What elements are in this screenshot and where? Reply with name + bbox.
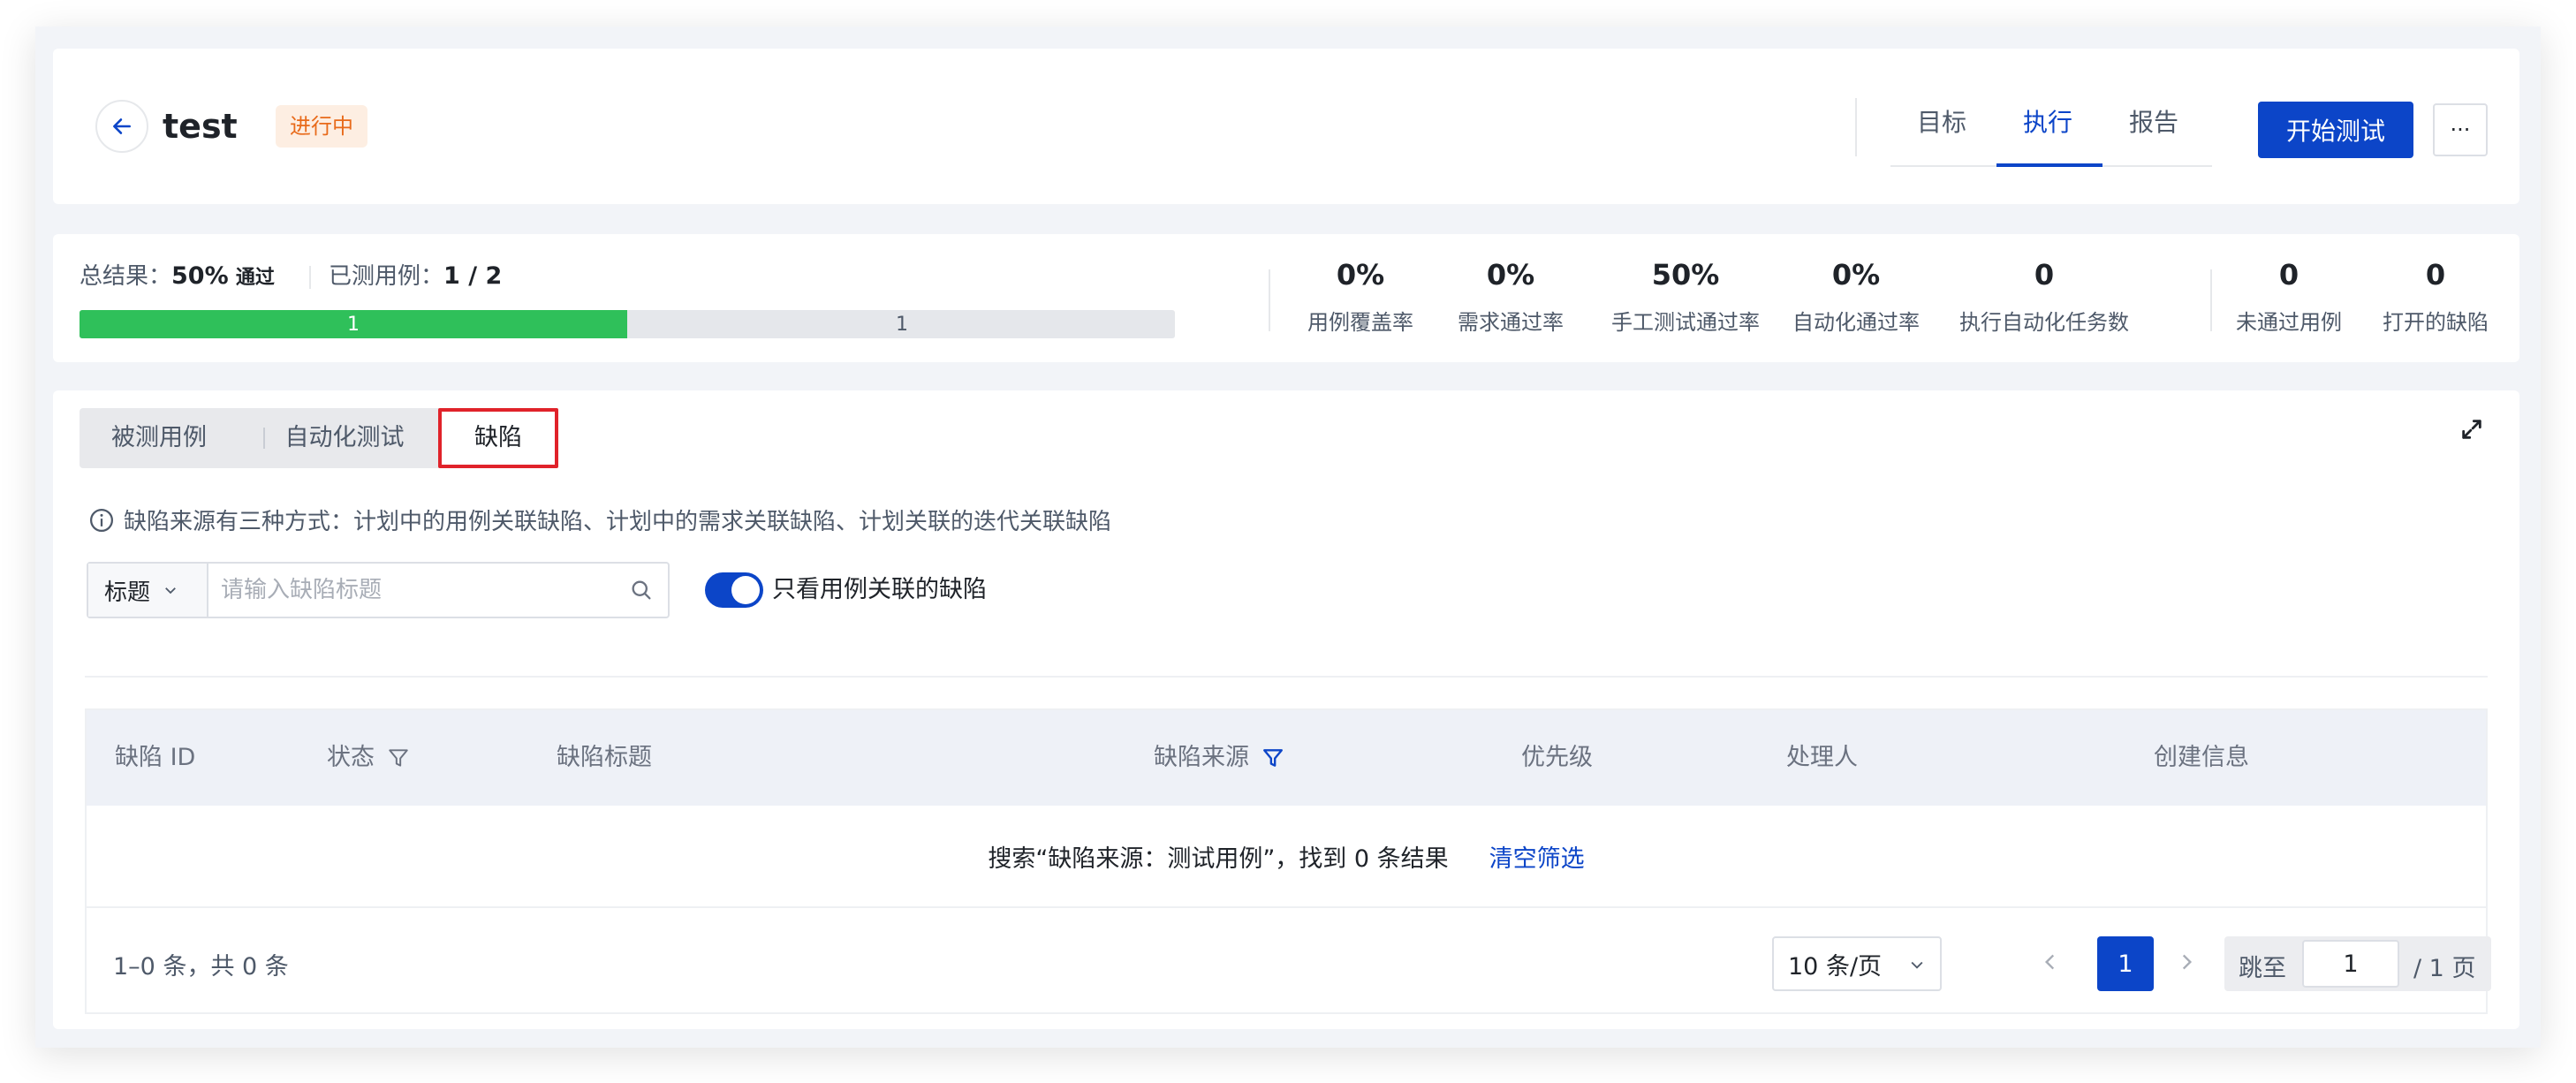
- metric-case-coverage: 0% 用例覆盖率: [1299, 255, 1422, 336]
- column-created: 创建信息: [2154, 744, 2249, 771]
- summary-card: 总结果：50% 通过 已测用例：1 / 2 1 1 0% 用例覆盖率 0% 需求…: [53, 234, 2519, 362]
- metric-label: 手工测试通过率: [1611, 310, 1760, 335]
- total-result: 总结果：50% 通过: [80, 261, 275, 294]
- filter-active-icon[interactable]: [1261, 746, 1284, 769]
- page-title: test: [163, 107, 238, 146]
- filter-field-value: 标题: [104, 579, 151, 606]
- metric-label: 需求通过率: [1458, 310, 1564, 335]
- jump-label: 跳至: [2239, 955, 2286, 982]
- metric-label: 打开的缺陷: [2383, 310, 2489, 335]
- empty-message: 搜索“缺陷来源：测试用例”，找到 0 条结果: [988, 844, 1449, 873]
- metric-automation-tasks: 0 执行自动化任务数: [1947, 255, 2141, 336]
- column-source-label: 缺陷来源: [1154, 744, 1249, 771]
- page-size-value: 10 条/页: [1788, 952, 1883, 981]
- summary-divider-2: [2210, 269, 2212, 331]
- progress-remaining: 1: [896, 313, 908, 336]
- tested-cases-label: 已测用例：: [329, 263, 444, 290]
- more-button[interactable]: ···: [2433, 103, 2488, 156]
- table-header: 缺陷 ID 状态 缺陷标题 缺陷来源 优先级 处理人 创建信息: [87, 710, 2486, 806]
- search-group: 标题: [87, 562, 670, 618]
- segment-automation[interactable]: 自动化测试: [265, 408, 424, 468]
- clear-filter-link[interactable]: 清空筛选: [1489, 839, 1585, 874]
- info-text: 缺陷来源有三种方式：计划中的用例关联缺陷、计划中的需求关联缺陷、计划关联的迭代关…: [124, 509, 1112, 535]
- search-icon[interactable]: [629, 578, 654, 602]
- progress-passed: 1: [80, 310, 627, 338]
- app-frame: test 进行中 目标 执行 报告 开始测试 ··· 总结果：50% 通过 已测…: [35, 27, 2541, 1048]
- metric-value: 0: [2034, 258, 2055, 292]
- section-divider: [85, 676, 2488, 678]
- metric-label: 自动化通过率: [1792, 310, 1920, 335]
- expand-icon[interactable]: [2459, 417, 2484, 445]
- filter-field-select[interactable]: 标题: [88, 564, 208, 617]
- page-size-select[interactable]: 10 条/页: [1772, 936, 1942, 991]
- column-priority: 优先级: [1521, 744, 1593, 771]
- tab-goal[interactable]: 目标: [1917, 103, 1966, 139]
- defects-table: 缺陷 ID 状态 缺陷标题 缺陷来源 优先级 处理人 创建信息 搜索“缺陷来源：…: [85, 708, 2491, 1014]
- metric-value: 50%: [1651, 258, 1720, 292]
- filter-icon[interactable]: [387, 746, 410, 769]
- main-card: 被测用例 自动化测试 缺陷 缺陷来源有三种方式：计划中的用例关联缺陷、计划中的需…: [53, 390, 2519, 1029]
- column-assignee: 处理人: [1786, 744, 1858, 771]
- info-icon: [90, 508, 113, 532]
- tested-cases-value: 1 / 2: [443, 262, 503, 290]
- back-button[interactable]: [95, 100, 148, 153]
- tab-report[interactable]: 报告: [2129, 103, 2178, 139]
- next-page-icon[interactable]: [2175, 950, 2198, 973]
- info-line: 缺陷来源有三种方式：计划中的用例关联缺陷、计划中的需求关联缺陷、计划关联的迭代关…: [88, 504, 1111, 536]
- tab-execute[interactable]: 执行: [2023, 103, 2072, 139]
- empty-result-row: 搜索“缺陷来源：测试用例”，找到 0 条结果 清空筛选: [87, 806, 2486, 908]
- metric-open-defects: 0 打开的缺陷: [2369, 255, 2502, 336]
- header-card: test 进行中 目标 执行 报告 开始测试 ···: [53, 49, 2519, 204]
- total-result-value: 50%: [171, 262, 229, 290]
- header-tabs: 目标 执行 报告: [1890, 93, 2212, 167]
- arrow-left-icon: [113, 118, 131, 134]
- metric-requirement-pass: 0% 需求通过率: [1449, 255, 1572, 336]
- jump-page-input[interactable]: [2302, 940, 2399, 988]
- total-result-suffix: 通过: [235, 267, 275, 289]
- summary-inline-divider: [309, 266, 311, 289]
- chevron-down-icon: [165, 587, 176, 595]
- progress-bar: 1 1: [80, 310, 1175, 338]
- column-status: 状态: [327, 710, 410, 806]
- header-divider: [1855, 98, 1857, 156]
- metric-failed-cases: 0 未通过用例: [2223, 255, 2355, 336]
- metric-value: 0%: [1336, 258, 1385, 292]
- pagination-total: 1–0 条，共 0 条: [113, 953, 289, 981]
- metric-label: 执行自动化任务数: [1959, 310, 2129, 335]
- page-jumper: 跳至 / 1 页: [2224, 936, 2491, 991]
- toggle-label: 只看用例关联的缺陷: [772, 576, 987, 603]
- metric-value: 0: [2278, 258, 2299, 292]
- chevron-down-icon: [1911, 961, 1923, 969]
- metric-value: 0%: [1486, 258, 1535, 292]
- column-title: 缺陷标题: [557, 744, 652, 771]
- status-badge: 进行中: [276, 105, 367, 148]
- tested-cases: 已测用例：1 / 2: [329, 261, 502, 292]
- summary-divider-1: [1269, 269, 1270, 331]
- metric-value: 0: [2425, 258, 2446, 292]
- column-defect-id: 缺陷 ID: [115, 744, 196, 771]
- metric-value: 0%: [1831, 258, 1881, 292]
- segment-defects[interactable]: 缺陷: [438, 408, 558, 468]
- segment-tested-cases[interactable]: 被测用例: [80, 408, 239, 468]
- search-input[interactable]: [221, 564, 610, 617]
- metric-label: 用例覆盖率: [1307, 310, 1413, 335]
- total-pages: / 1 页: [2413, 955, 2476, 982]
- metric-automation-pass: 0% 自动化通过率: [1781, 255, 1931, 336]
- active-tab-indicator: [1996, 163, 2102, 167]
- metric-label: 未通过用例: [2236, 310, 2342, 335]
- column-status-label: 状态: [327, 744, 375, 771]
- total-result-label: 总结果：: [80, 263, 172, 290]
- case-linked-toggle[interactable]: [705, 572, 763, 608]
- prev-page-icon[interactable]: [2039, 950, 2062, 973]
- segment-control: 被测用例 自动化测试 缺陷: [80, 408, 558, 468]
- start-test-button[interactable]: 开始测试: [2258, 102, 2413, 158]
- page-button-current[interactable]: 1: [2097, 936, 2154, 991]
- toggle-knob: [731, 576, 760, 604]
- column-source: 缺陷来源: [1154, 710, 1284, 806]
- metric-manual-pass: 50% 手工测试通过率: [1588, 255, 1783, 336]
